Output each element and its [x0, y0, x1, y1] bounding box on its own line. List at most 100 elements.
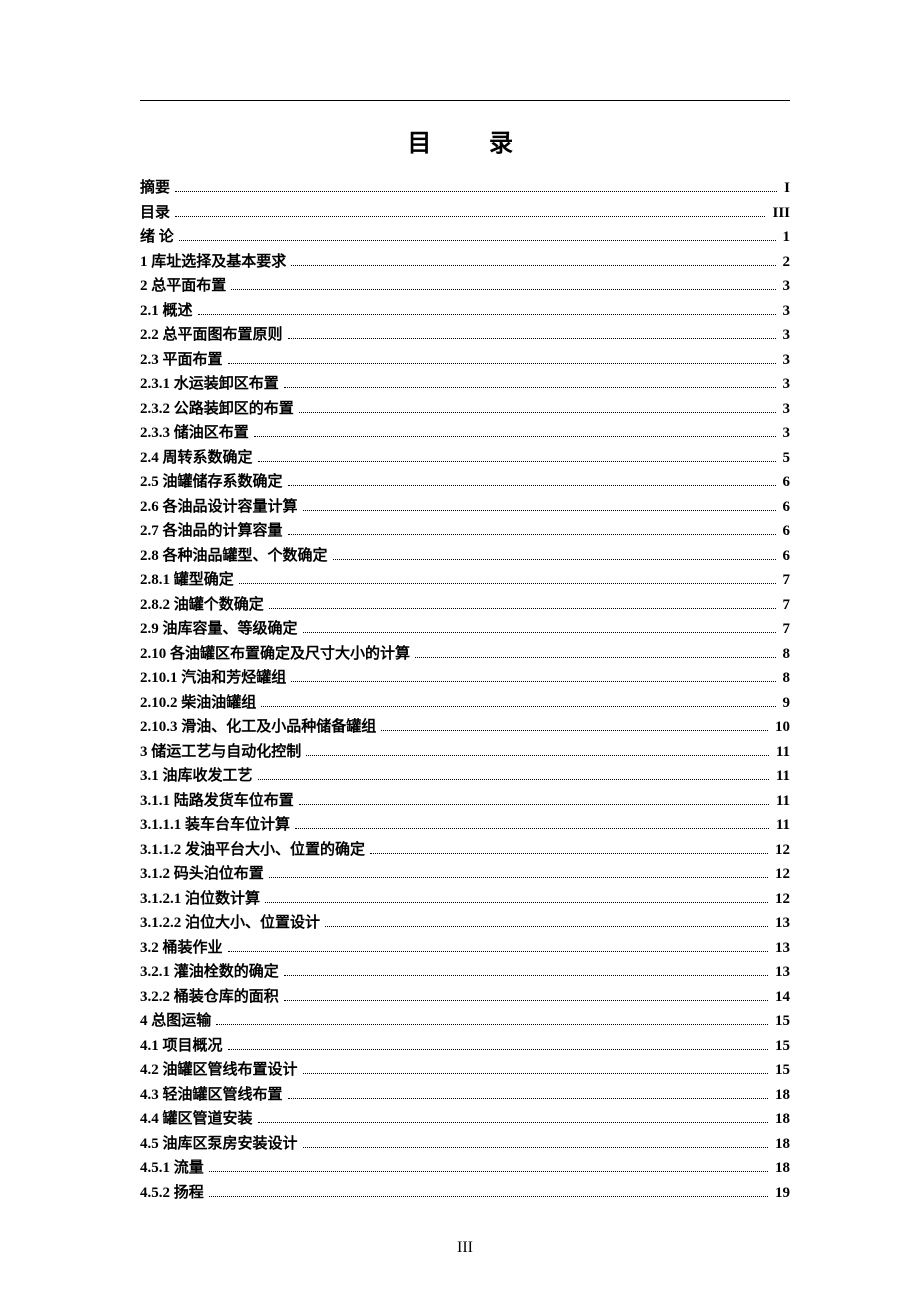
- toc-entry-label: 摘要: [140, 176, 172, 200]
- toc-entry-label: 2.3.1 水运装卸区布置: [140, 372, 281, 396]
- toc-row: 3.1.1 陆路发货车位布置 11: [140, 789, 790, 813]
- toc-entry-page: 1: [781, 225, 791, 249]
- toc-leader-dots: [415, 644, 775, 658]
- toc-entry-page: 3: [781, 372, 791, 396]
- toc-entry-page: 3: [781, 397, 791, 421]
- toc-row: 2.8.1 罐型确定7: [140, 568, 790, 592]
- toc-row: 2.10.1 汽油和芳烃罐组8: [140, 666, 790, 690]
- toc-entry-label: 3.1.1.1 装车台车位计算: [140, 813, 292, 837]
- toc-row: 2.7 各油品的计算容量 6: [140, 519, 790, 543]
- toc-entry-label: 2.3.3 储油区布置: [140, 421, 251, 445]
- toc-leader-dots: [288, 325, 776, 339]
- toc-leader-dots: [306, 742, 769, 756]
- toc-leader-dots: [258, 448, 776, 462]
- toc-entry-label: 4.5 油库区泵房安装设计: [140, 1132, 300, 1156]
- toc-leader-dots: [299, 791, 769, 805]
- toc-entry-label: 4.5.2 扬程: [140, 1181, 206, 1205]
- toc-entry-label: 4.4 罐区管道安装: [140, 1107, 255, 1131]
- toc-entry-label: 目录: [140, 201, 172, 225]
- toc-row: 2.10.3 滑油、化工及小品种储备罐组10: [140, 715, 790, 739]
- toc-row: 摘要 I: [140, 176, 790, 200]
- toc-row: 2.8.2 油罐个数确定7: [140, 593, 790, 617]
- toc-entry-page: 6: [781, 519, 791, 543]
- toc-leader-dots: [284, 374, 776, 388]
- toc-entry-page: 15: [773, 1058, 790, 1082]
- table-of-contents: 摘要I目录III绪 论11 库址选择及基本要求22 总平面布置32.1 概述32…: [140, 176, 790, 1205]
- toc-row: 2.3.2 公路装卸区的布置3: [140, 397, 790, 421]
- toc-leader-dots: [175, 203, 765, 217]
- toc-entry-label: 4 总图运输: [140, 1009, 213, 1033]
- toc-entry-page: 3: [781, 421, 791, 445]
- toc-entry-page: 7: [781, 617, 791, 641]
- toc-row: 2.10.2 柴油油罐组9: [140, 691, 790, 715]
- toc-leader-dots: [175, 178, 777, 192]
- title-char-left: 目: [407, 131, 441, 157]
- toc-entry-page: 13: [773, 911, 790, 935]
- toc-entry-label: 3.1.1 陆路发货车位布置: [140, 789, 296, 813]
- toc-leader-dots: [381, 717, 768, 731]
- toc-leader-dots: [265, 889, 768, 903]
- toc-row: 3.1.1.1 装车台车位计算11: [140, 813, 790, 837]
- toc-entry-page: 15: [773, 1034, 790, 1058]
- toc-leader-dots: [261, 693, 775, 707]
- toc-entry-page: 14: [773, 985, 790, 1009]
- footer-page-number: III: [140, 1239, 790, 1257]
- toc-leader-dots: [179, 227, 776, 241]
- toc-entry-label: 1 库址选择及基本要求: [140, 250, 288, 274]
- toc-title: 目录: [140, 123, 790, 158]
- toc-leader-dots: [198, 301, 776, 315]
- toc-entry-label: 2.7 各油品的计算容量: [140, 519, 285, 543]
- toc-leader-dots: [325, 913, 768, 927]
- toc-row: 3.2 桶装作业13: [140, 936, 790, 960]
- toc-entry-page: III: [770, 201, 790, 225]
- toc-row: 3.1.2.1 泊位数计算12: [140, 887, 790, 911]
- toc-row: 4.5 油库区泵房安装设计18: [140, 1132, 790, 1156]
- toc-leader-dots: [254, 423, 776, 437]
- toc-row: 2.9 油库容量、等级确定7: [140, 617, 790, 641]
- toc-leader-dots: [258, 1109, 768, 1123]
- toc-leader-dots: [303, 497, 776, 511]
- toc-entry-label: 2.10.1 汽油和芳烃罐组: [140, 666, 288, 690]
- toc-entry-label: 3.2.2 桶装仓库的面积: [140, 985, 281, 1009]
- toc-entry-label: 3.1.1.2 发油平台大小、位置的确定: [140, 838, 367, 862]
- toc-entry-label: 3.1 油库收发工艺: [140, 764, 255, 788]
- document-page: 目录 摘要I目录III绪 论11 库址选择及基本要求22 总平面布置32.1 概…: [0, 0, 920, 1297]
- toc-leader-dots: [269, 595, 776, 609]
- toc-row: 2.4 周转系数确定5: [140, 446, 790, 470]
- toc-entry-label: 4.5.1 流量: [140, 1156, 206, 1180]
- toc-row: 3.2.2 桶装仓库的面积 14: [140, 985, 790, 1009]
- toc-leader-dots: [228, 938, 768, 952]
- toc-entry-page: 12: [773, 887, 790, 911]
- toc-leader-dots: [216, 1011, 768, 1025]
- toc-entry-label: 4.2 油罐区管线布置设计: [140, 1058, 300, 1082]
- toc-entry-page: 3: [781, 274, 791, 298]
- toc-row: 2.2 总平面图布置原则3: [140, 323, 790, 347]
- toc-row: 2.3.1 水运装卸区布置 3: [140, 372, 790, 396]
- toc-leader-dots: [299, 399, 776, 413]
- toc-entry-label: 2 总平面布置: [140, 274, 228, 298]
- toc-entry-label: 2.1 概述: [140, 299, 195, 323]
- toc-row: 1 库址选择及基本要求2: [140, 250, 790, 274]
- toc-row: 3.1.1.2 发油平台大小、位置的确定12: [140, 838, 790, 862]
- toc-row: 2.3.3 储油区布置 3: [140, 421, 790, 445]
- toc-row: 2.10 各油罐区布置确定及尺寸大小的计算8: [140, 642, 790, 666]
- toc-entry-page: I: [782, 176, 790, 200]
- toc-row: 目录 III: [140, 201, 790, 225]
- toc-entry-label: 2.3 平面布置: [140, 348, 225, 372]
- toc-row: 2.6 各油品设计容量计算6: [140, 495, 790, 519]
- toc-row: 2.8 各种油品罐型、个数确定6: [140, 544, 790, 568]
- toc-row: 4 总图运输15: [140, 1009, 790, 1033]
- toc-row: 4.5.1 流量18: [140, 1156, 790, 1180]
- toc-leader-dots: [291, 668, 775, 682]
- toc-row: 2.3 平面布置3: [140, 348, 790, 372]
- toc-entry-page: 3: [781, 323, 791, 347]
- toc-leader-dots: [239, 570, 776, 584]
- toc-entry-page: 11: [774, 789, 790, 813]
- toc-entry-label: 3 储运工艺与自动化控制: [140, 740, 303, 764]
- toc-row: 绪 论1: [140, 225, 790, 249]
- toc-entry-page: 5: [781, 446, 791, 470]
- toc-entry-page: 7: [781, 568, 791, 592]
- toc-entry-page: 6: [781, 495, 791, 519]
- toc-entry-label: 2.8.2 油罐个数确定: [140, 593, 266, 617]
- toc-leader-dots: [288, 472, 776, 486]
